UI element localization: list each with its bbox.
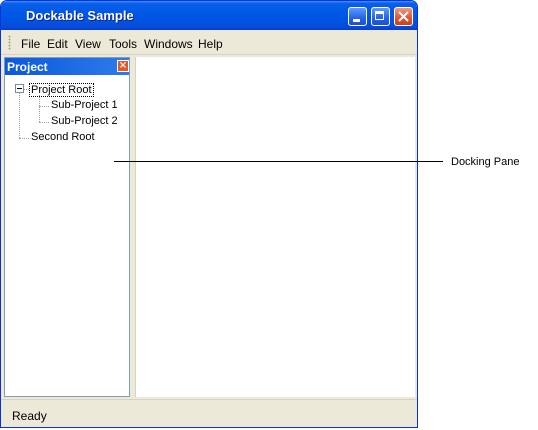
project-panel: Project × Project Root Sub-Project 1 Sub…	[4, 57, 130, 397]
tree-connector	[39, 95, 40, 122]
window-title: Dockable Sample	[26, 8, 134, 23]
callout-line	[114, 161, 443, 162]
tree-node-project-root[interactable]: Project Root	[29, 83, 94, 97]
tree-node-second-root[interactable]: Second Root	[31, 131, 95, 143]
menu-bar: File Edit View Tools Windows Help	[1, 30, 417, 55]
callout-label: Docking Pane	[451, 156, 520, 168]
title-bar[interactable]: Dockable Sample	[1, 1, 417, 30]
tree-connector	[39, 122, 49, 123]
maximize-icon	[375, 11, 384, 20]
maximize-button[interactable]	[371, 7, 390, 26]
tree-connector	[19, 138, 29, 139]
minimize-icon	[353, 19, 360, 22]
menubar-grip[interactable]	[8, 35, 11, 50]
menu-windows[interactable]: Windows	[144, 37, 193, 51]
menu-tools[interactable]: Tools	[109, 37, 137, 51]
menu-edit[interactable]: Edit	[47, 37, 68, 51]
tree-node-sub-project-1[interactable]: Sub-Project 1	[51, 99, 118, 111]
project-tree[interactable]: Project Root Sub-Project 1 Sub-Project 2…	[5, 75, 129, 396]
tree-connector	[19, 93, 20, 138]
close-icon	[398, 11, 409, 22]
tree-connector	[39, 106, 49, 107]
minimize-button[interactable]	[348, 7, 367, 26]
status-text: Ready	[12, 409, 47, 423]
status-bar: Ready	[1, 399, 417, 427]
menu-help[interactable]: Help	[198, 37, 223, 51]
docking-pane[interactable]	[135, 57, 415, 397]
tree-node-sub-project-2[interactable]: Sub-Project 2	[51, 115, 118, 127]
project-panel-header[interactable]: Project ×	[5, 58, 129, 75]
menu-view[interactable]: View	[75, 37, 101, 51]
close-button[interactable]	[394, 7, 413, 26]
panel-close-icon[interactable]: ×	[117, 60, 129, 72]
tree-collapse-icon[interactable]	[15, 84, 24, 93]
menu-file[interactable]: File	[21, 37, 40, 51]
project-panel-title: Project	[7, 60, 48, 74]
main-window: Dockable Sample File Edit View Tools Win…	[0, 0, 418, 428]
